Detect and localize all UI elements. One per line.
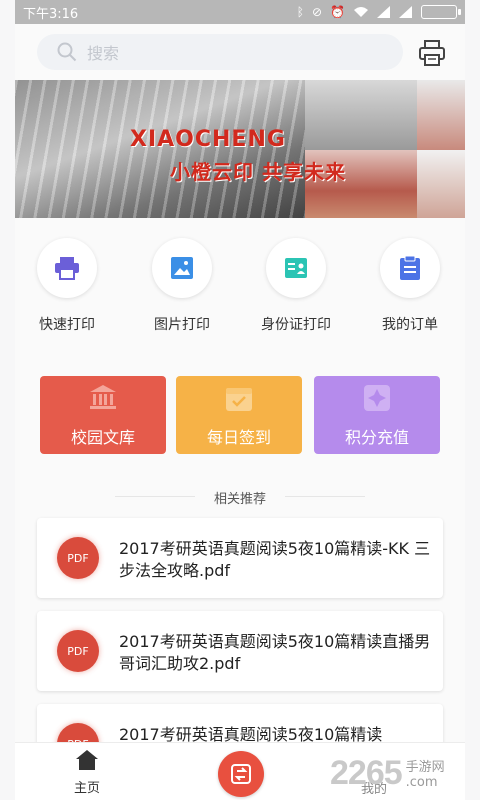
nav-home[interactable]: 主页 bbox=[57, 749, 117, 796]
status-time: 下午3:16 bbox=[23, 6, 79, 22]
watermark-number: 2265 bbox=[330, 753, 403, 792]
search-icon bbox=[57, 42, 77, 62]
watermark-site-name: 手游网 bbox=[405, 760, 445, 775]
pdf-icon: PDF bbox=[57, 630, 99, 672]
mute-icon: ⊘ bbox=[311, 5, 323, 19]
site-watermark: 2265 手游网 .com bbox=[330, 750, 480, 796]
alarm-icon: ⏰ bbox=[330, 5, 345, 19]
bluetooth-icon: ᛒ bbox=[296, 5, 304, 19]
list-item[interactable]: PDF 2017考研英语真题阅读5夜10篇精读 bbox=[37, 704, 443, 742]
battery-icon bbox=[421, 5, 461, 19]
my-orders-button[interactable]: 我的订单 bbox=[370, 238, 450, 334]
section-title: 相关推荐 bbox=[213, 492, 266, 507]
points-icon bbox=[314, 384, 440, 412]
pdf-icon: PDF bbox=[57, 723, 99, 742]
pdf-icon: PDF bbox=[57, 537, 99, 579]
points-recharge-card[interactable]: 积分充值 bbox=[314, 376, 440, 454]
document-title: 2017考研英语真题阅读5夜10篇精读-KK 三步法全攻略.pdf bbox=[119, 539, 431, 580]
app-screen: 下午3:16 ᛒ ⊘ ⏰ 搜索 XIAOCHENG 小橙云印 共享未来 快速打印… bbox=[0, 0, 480, 800]
watermark-domain: .com bbox=[405, 775, 438, 790]
scan-print-button[interactable] bbox=[218, 751, 264, 797]
printer-icon[interactable] bbox=[417, 38, 447, 68]
document-list: PDF 2017考研英语真题阅读5夜10篇精读-KK 三步法全攻略.pdf PD… bbox=[15, 516, 465, 742]
status-icons: ᛒ ⊘ ⏰ bbox=[296, 5, 461, 19]
wifi-icon bbox=[354, 7, 368, 17]
promo-banner[interactable]: XIAOCHENG 小橙云印 共享未来 bbox=[15, 80, 465, 218]
search-placeholder: 搜索 bbox=[87, 44, 120, 63]
scan-icon bbox=[231, 764, 251, 784]
action-circle bbox=[380, 238, 440, 298]
document-title: 2017考研英语真题阅读5夜10篇精读 bbox=[119, 725, 383, 742]
check-in-icon bbox=[176, 384, 302, 412]
image-icon bbox=[171, 257, 193, 279]
daily-check-in-label: 每日签到 bbox=[206, 428, 271, 447]
quick-actions: 快速打印 图片打印 身份证打印 我的订单 bbox=[15, 218, 465, 350]
status-bar: 下午3:16 ᛒ ⊘ ⏰ bbox=[15, 0, 465, 24]
image-print-label: 图片打印 bbox=[154, 317, 210, 333]
points-recharge-label: 积分充值 bbox=[344, 428, 409, 447]
banner-photo bbox=[305, 80, 417, 150]
top-bar: 搜索 bbox=[15, 24, 465, 80]
daily-check-in-card[interactable]: 每日签到 bbox=[176, 376, 302, 454]
nav-home-label: 主页 bbox=[73, 781, 100, 796]
banner-photo bbox=[417, 80, 465, 150]
banner-title-cn: 小橙云印 共享未来 bbox=[170, 160, 346, 184]
campus-library-label: 校园文库 bbox=[70, 428, 135, 447]
banner-photo bbox=[417, 150, 465, 218]
action-circle bbox=[266, 238, 326, 298]
printer-icon bbox=[55, 257, 79, 280]
signal-icon bbox=[377, 6, 390, 18]
library-icon bbox=[40, 384, 166, 412]
list-item[interactable]: PDF 2017考研英语真题阅读5夜10篇精读-KK 三步法全攻略.pdf bbox=[37, 518, 443, 598]
home-icon bbox=[76, 750, 98, 770]
watermark-site: 手游网 .com bbox=[406, 756, 445, 790]
quick-print-button[interactable]: 快速打印 bbox=[27, 238, 107, 334]
banner-title-en: XIAOCHENG bbox=[130, 127, 286, 152]
search-input[interactable]: 搜索 bbox=[37, 34, 403, 70]
clipboard-icon bbox=[400, 255, 420, 280]
id-card-print-label: 身份证打印 bbox=[261, 317, 331, 333]
signal-icon bbox=[399, 6, 412, 18]
id-card-print-button[interactable]: 身份证打印 bbox=[256, 238, 336, 334]
quick-print-label: 快速打印 bbox=[39, 317, 95, 333]
my-orders-label: 我的订单 bbox=[382, 317, 438, 333]
id-card-icon bbox=[285, 258, 307, 278]
feature-cards: 校园文库 每日签到 积分充值 bbox=[15, 350, 465, 478]
recommendations-header: 相关推荐 bbox=[15, 478, 465, 516]
campus-library-card[interactable]: 校园文库 bbox=[40, 376, 166, 454]
document-title: 2017考研英语真题阅读5夜10篇精读直播男哥词汇助攻2.pdf bbox=[119, 632, 431, 673]
action-circle bbox=[37, 238, 97, 298]
action-circle bbox=[152, 238, 212, 298]
list-item[interactable]: PDF 2017考研英语真题阅读5夜10篇精读直播男哥词汇助攻2.pdf bbox=[37, 611, 443, 691]
image-print-button[interactable]: 图片打印 bbox=[142, 238, 222, 334]
